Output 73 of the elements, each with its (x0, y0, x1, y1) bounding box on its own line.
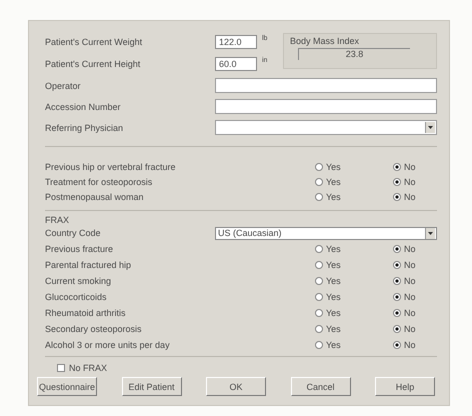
radio-button[interactable] (315, 178, 323, 186)
field-label: Referring Physician (45, 122, 124, 132)
input-field[interactable] (215, 99, 437, 114)
radio-button[interactable] (315, 341, 323, 349)
input-field[interactable] (215, 78, 437, 93)
radio-button[interactable] (393, 245, 401, 253)
radio-option[interactable]: No (393, 340, 416, 350)
radio-button[interactable] (315, 277, 323, 285)
radio-button[interactable] (393, 162, 401, 170)
radio-button[interactable] (393, 178, 401, 186)
radio-button[interactable] (393, 293, 401, 301)
dialog-button[interactable]: Help (375, 377, 435, 396)
input-field[interactable]: 60.0 (215, 57, 257, 71)
radio-option[interactable]: No (393, 244, 416, 254)
radio-option[interactable]: No (393, 260, 416, 270)
radio-option[interactable]: No (393, 162, 416, 172)
question-label: Glucocorticoids (45, 292, 108, 302)
radio-button[interactable] (393, 192, 401, 200)
radio-button[interactable] (315, 245, 323, 253)
field-label: Patient's Current Height (45, 59, 142, 69)
radio-option[interactable]: No (393, 324, 416, 334)
question-label: Postmenopausal woman (45, 192, 145, 202)
radio-option[interactable]: Yes (315, 176, 341, 186)
field-label: Patient's Current Weight (45, 37, 144, 47)
radio-option[interactable]: Yes (315, 340, 341, 350)
group-title: Body Mass Index (290, 36, 360, 46)
radio-option[interactable]: Yes (315, 244, 341, 254)
question-label: Parental fractured hip (45, 260, 132, 270)
dropdown-arrow-icon[interactable] (428, 232, 433, 234)
country-dropdown[interactable]: US (Caucasian) (215, 226, 437, 240)
field-label: Operator (45, 80, 82, 90)
bmi-value: 23.8 (298, 48, 410, 60)
radio-option[interactable]: Yes (315, 308, 341, 318)
radio-button[interactable] (315, 309, 323, 317)
radio-button[interactable] (315, 293, 323, 301)
question-label: Alcohol 3 or more units per day (45, 340, 171, 350)
radio-button[interactable] (393, 309, 401, 317)
input-field[interactable]: 122.0 (215, 35, 257, 49)
radio-button[interactable] (393, 261, 401, 269)
field-label: Country Code (45, 228, 102, 238)
radio-button[interactable] (393, 277, 401, 285)
radio-option[interactable]: Yes (315, 162, 341, 172)
dialog-button[interactable]: Edit Patient (122, 377, 182, 396)
radio-option[interactable]: Yes (315, 324, 341, 334)
radio-option[interactable]: No (393, 276, 416, 286)
radio-option[interactable]: No (393, 292, 416, 302)
question-label: Secondary osteoporosis (45, 324, 143, 334)
radio-option[interactable]: No (393, 176, 416, 186)
dialog-button[interactable]: Questionnaire (37, 377, 97, 396)
radio-option[interactable]: Yes (315, 192, 341, 202)
radio-option[interactable]: Yes (315, 276, 341, 286)
field-label: Accession Number (45, 102, 122, 112)
radio-button[interactable] (315, 192, 323, 200)
radio-button[interactable] (315, 261, 323, 269)
question-label: Current smoking (45, 276, 112, 286)
question-label: Treatment for osteoporosis (45, 176, 154, 186)
radio-option[interactable]: Yes (315, 292, 341, 302)
no-frax-checkbox[interactable]: No FRAX (57, 363, 108, 373)
radio-button[interactable] (315, 162, 323, 170)
question-label: Previous fracture (45, 244, 114, 254)
dropdown-field[interactable] (215, 120, 437, 135)
radio-option[interactable]: No (393, 192, 416, 202)
dialog-button[interactable]: OK (206, 377, 266, 396)
radio-button[interactable] (393, 325, 401, 333)
radio-button[interactable] (393, 341, 401, 349)
section-title: FRAX (45, 215, 70, 225)
dialog-button[interactable]: Cancel (290, 377, 350, 396)
radio-option[interactable]: Yes (315, 260, 341, 270)
radio-option[interactable]: No (393, 308, 416, 318)
question-label: Previous hip or vertebral fracture (45, 162, 177, 172)
dropdown-arrow-icon[interactable] (428, 126, 433, 129)
question-label: Rheumatoid arthritis (45, 308, 127, 318)
radio-button[interactable] (315, 325, 323, 333)
